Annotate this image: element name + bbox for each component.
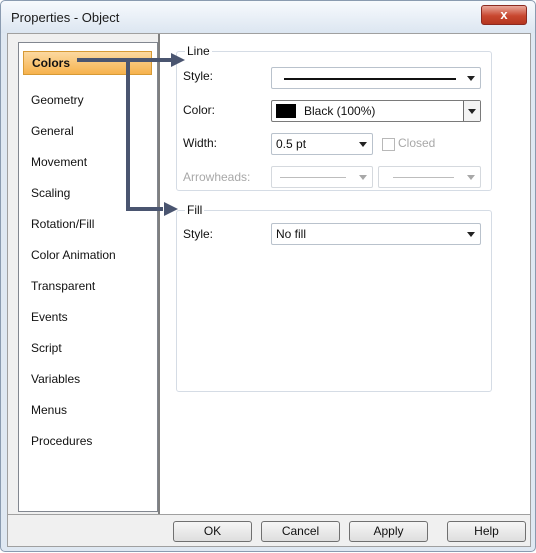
annotation-arrow-shaft [77,58,163,211]
annotation-arrow [77,53,185,216]
annotation-arrowhead-bottom [164,202,178,216]
annotation-arrowhead-top [171,53,185,67]
properties-dialog: Properties - Object x Colors Geometry Ge… [0,0,536,552]
